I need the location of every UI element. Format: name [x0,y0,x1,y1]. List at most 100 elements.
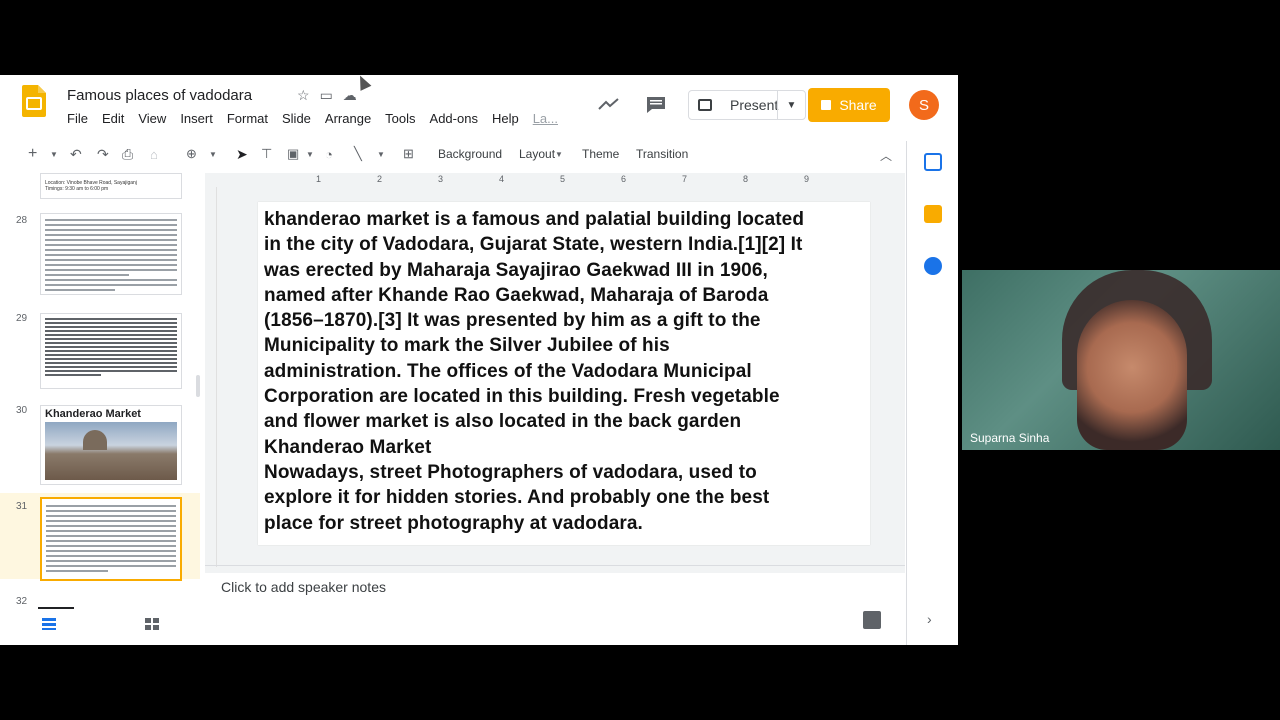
menu-tools[interactable]: Tools [378,111,422,126]
slide-line: khanderao market is a famous and palatia… [264,209,805,230]
ruler-tick: 9 [804,174,810,184]
comment-add-icon[interactable]: ⊞ [403,141,414,167]
image-dropdown-icon[interactable]: ▼ [306,141,314,167]
mouse-cursor-icon [354,75,372,91]
present-button[interactable]: Present ▼ [688,90,806,120]
present-icon [698,99,712,111]
slide-thumbnail-29[interactable] [40,313,182,389]
new-slide-plus-icon[interactable]: + [28,141,37,167]
layout-button[interactable]: Layout [519,141,555,167]
collapse-chevron-up-icon[interactable]: ︿ [880,147,892,164]
vertical-ruler [205,187,217,567]
slide-line: administration. The offices of the Vadod… [264,360,752,382]
ruler-tick: 6 [621,174,627,184]
slide-thumbnail-28[interactable] [40,213,182,295]
comment-history-icon[interactable] [646,96,666,114]
print-icon[interactable]: ⎙ [122,141,133,167]
transition-button[interactable]: Transition [636,141,688,167]
ruler-tick: 7 [682,174,688,184]
slide27-caption-2: Timings: 9:30 am to 6:00 pm [45,186,109,192]
ruler-tick: 3 [438,174,444,184]
image-icon[interactable]: ▣ [287,141,299,167]
activity-dashboard-icon[interactable] [598,97,620,111]
star-icon[interactable]: ☆ [297,87,310,104]
redo-icon[interactable]: ↷ [97,141,109,167]
layout-dropdown-icon[interactable]: ▼ [555,141,563,167]
explore-icon[interactable] [863,611,881,629]
tasks-icon[interactable] [924,257,942,275]
ruler-tick: 2 [377,174,383,184]
ruler-tick: 1 [316,174,322,184]
notes-divider[interactable] [205,565,905,566]
paint-format-icon[interactable]: ⌂ [150,141,158,167]
participant-video[interactable]: Suparna Sinha [962,270,1280,450]
slide-line: Municipality to mark the Silver Jubilee … [264,335,670,357]
zoom-dropdown-icon[interactable]: ▼ [209,141,217,167]
share-button[interactable]: Share [808,88,890,122]
ruler-tick: 8 [743,174,749,184]
market-photo [45,422,177,480]
current-slide[interactable]: khanderao market is a famous and palatia… [258,202,870,545]
slide-line: Khanderao Market [264,436,432,458]
menu-file[interactable]: File [60,111,95,126]
participant-name: Suparna Sinha [970,431,1050,445]
line-dropdown-icon[interactable]: ▼ [377,141,385,167]
last-edit-link[interactable]: La... [526,111,565,126]
menu-arrange[interactable]: Arrange [318,111,378,126]
text-box-icon[interactable]: ⊤ [261,141,272,167]
move-folder-icon[interactable]: ▭ [320,87,333,104]
side-panel-rail [906,141,958,645]
menu-view[interactable]: View [131,111,173,126]
slide-line: and flower market is also located in the… [264,411,742,433]
document-title[interactable]: Famous places of vadodara [67,87,252,104]
slide-filmstrip[interactable]: Location: Vinobe Bhave Road, Sayajiganj … [0,173,200,607]
slide-line: Nowadays, street Photographers of vadoda… [264,461,757,483]
slide-number-28: 28 [16,215,28,226]
present-dropdown-chevron-icon[interactable]: ▼ [777,91,805,119]
menu-format[interactable]: Format [220,111,275,126]
lock-icon [821,100,832,110]
slide-thumbnail-27[interactable]: Location: Vinobe Bhave Road, Sayajiganj … [40,173,182,199]
cloud-status-icon[interactable]: ☁ [343,87,357,104]
menu-bar: File Edit View Insert Format Slide Arran… [60,111,565,126]
undo-icon[interactable]: ↶ [70,141,82,167]
slide-line: Corporation are located in this building… [264,386,780,408]
menu-edit[interactable]: Edit [95,111,131,126]
keep-icon[interactable] [924,205,942,223]
slide-thumbnail-30[interactable]: Khanderao Market [40,405,182,485]
filmstrip-view-underline [38,607,74,609]
slide-line: named after Khande Rao Gaekwad, Maharaja… [264,284,769,306]
line-icon[interactable]: ╲ [354,141,362,167]
select-cursor-icon[interactable]: ➤ [236,141,248,167]
slide-body-text[interactable]: khanderao market is a famous and palatia… [264,207,864,536]
filmstrip-scrollbar[interactable] [196,375,200,397]
slide30-title: Khanderao Market [45,408,141,420]
menu-addons[interactable]: Add-ons [423,111,485,126]
share-label: Share [839,97,877,113]
screen: Famous places of vadodara ☆ ▭ ☁ File Edi… [0,0,1280,720]
slide-line: was erected by Maharaja Sayajirao Gaekwa… [264,259,768,281]
calendar-icon[interactable] [924,153,942,171]
present-label: Present [730,97,779,113]
menu-insert[interactable]: Insert [173,111,220,126]
theme-button[interactable]: Theme [582,141,619,167]
ruler-tick: 5 [560,174,566,184]
new-slide-dropdown-icon[interactable]: ▼ [50,141,58,167]
shape-icon[interactable]: ◔ [325,141,333,167]
toolbar: + ▼ ↶ ↷ ⎙ ⌂ ⊕ ▼ ➤ ⊤ ▣ ▼ ◔ ╲ ▼ ⊞ Backgrou… [0,141,905,167]
slide-number-29: 29 [16,313,28,324]
background-button[interactable]: Background [438,141,502,167]
menu-help[interactable]: Help [485,111,526,126]
slide-thumbnail-31[interactable] [40,497,182,581]
filmstrip-view-icon[interactable] [42,618,56,630]
speaker-notes-field[interactable]: Click to add speaker notes [221,579,386,595]
slide-line: in the city of Vadodara, Gujarat State, … [264,234,803,256]
slide-line: explore it for hidden stories. And proba… [264,487,770,509]
account-avatar[interactable]: S [909,90,939,120]
grid-view-icon[interactable] [145,618,159,630]
slide27-caption: Location: Vinobe Bhave Road, Sayajiganj [45,180,137,186]
menu-slide[interactable]: Slide [275,111,318,126]
slides-logo-icon[interactable] [22,85,46,117]
slide-line: place for street photography at vadodara… [264,512,643,534]
zoom-icon[interactable]: ⊕ [186,141,197,167]
